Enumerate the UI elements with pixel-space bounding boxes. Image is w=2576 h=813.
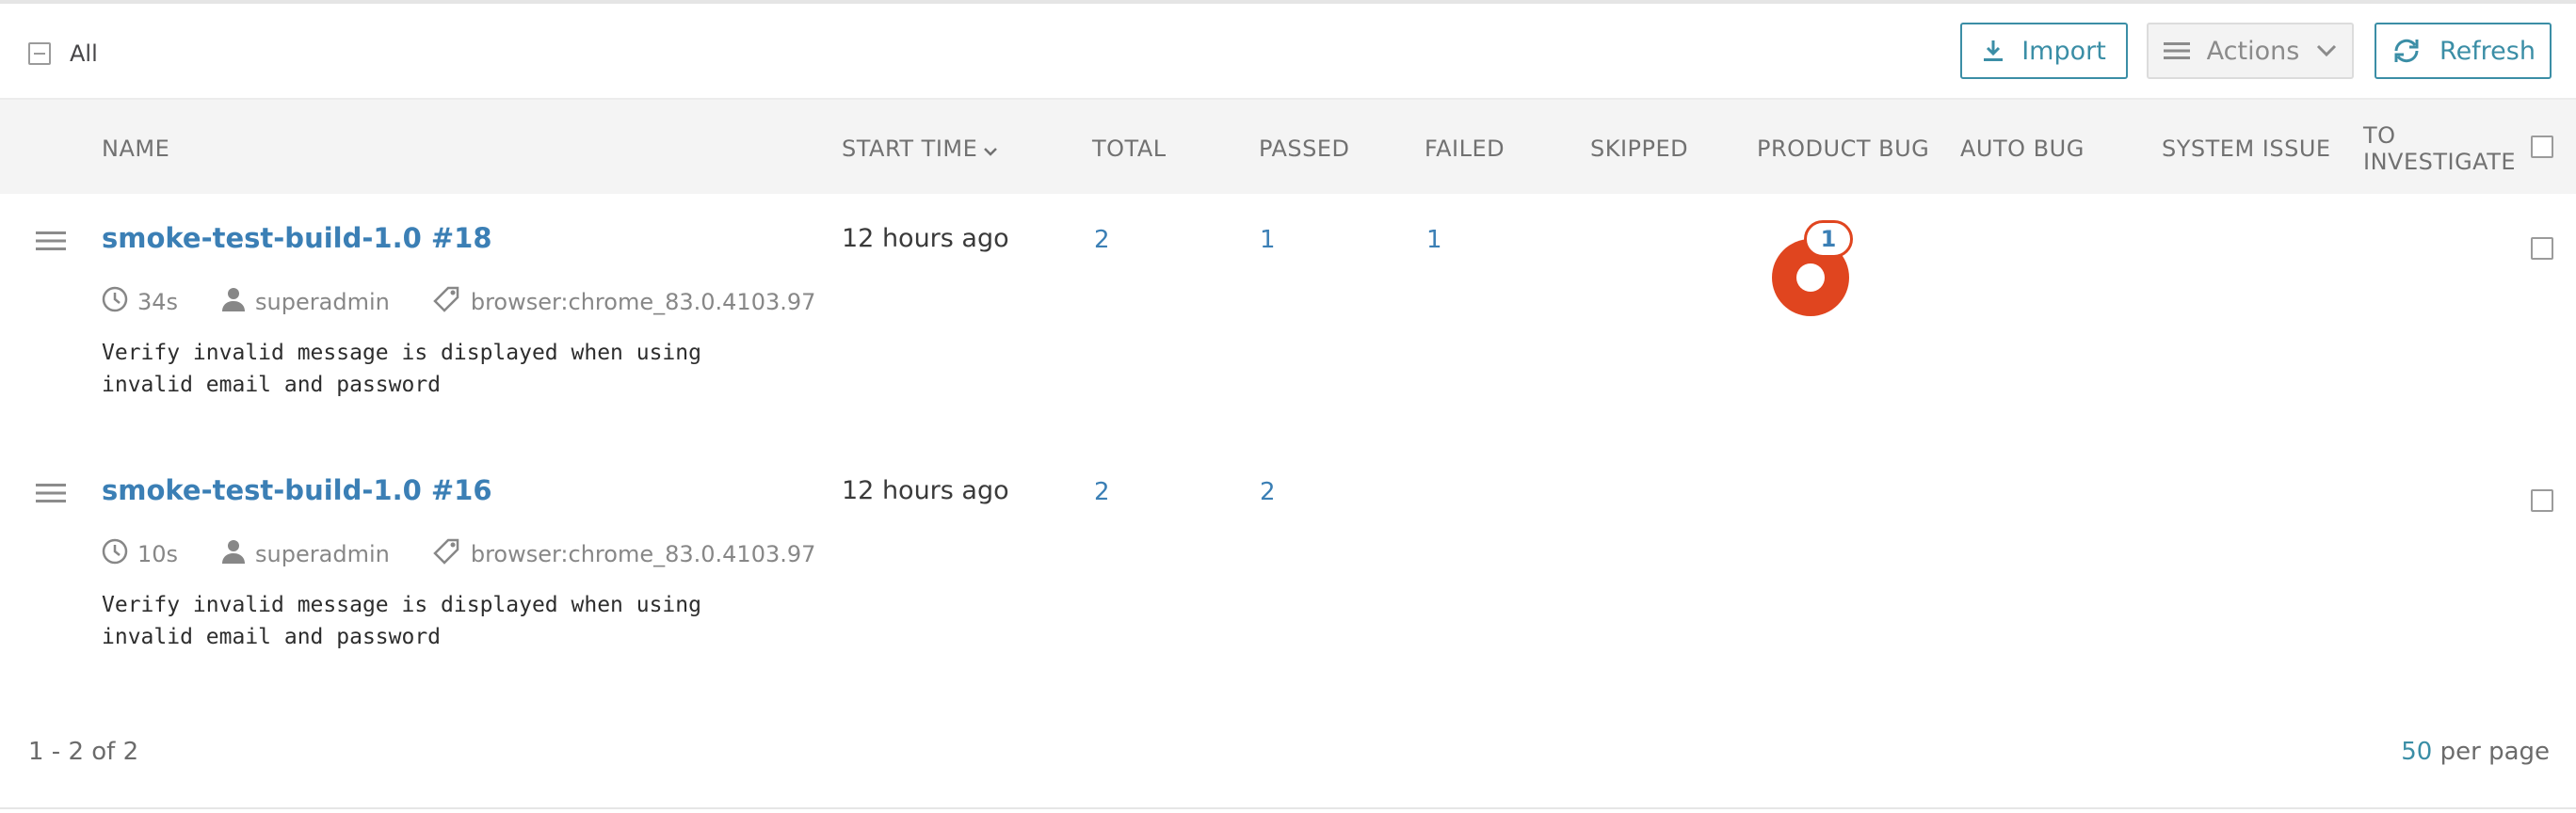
owner[interactable]: superadmin [221,538,390,570]
passed-count-link[interactable]: 1 [1260,226,1276,254]
launch-meta: 34s superadmin browser:chrome_83.0.4103.… [102,286,859,318]
table-row: smoke-test-build-1.0 #18 34s superadmin … [0,194,2576,448]
per-page-count[interactable]: 50 [2401,738,2432,766]
table-header: NAME START TIME TOTAL PASSED FAILED SKIP… [0,98,2576,194]
failed-count-link[interactable]: 1 [1426,226,1442,254]
refresh-icon [2391,38,2423,64]
attribute[interactable]: browser:chrome_83.0.4103.97 [433,538,816,570]
menu-icon [2163,40,2190,61]
tag-icon [433,538,461,570]
tag-icon [433,286,461,318]
column-start-time[interactable]: START TIME [842,136,998,162]
passed-count-link[interactable]: 2 [1260,478,1276,506]
column-auto-bug[interactable]: AUTO BUG [1960,136,2085,162]
total-count-link[interactable]: 2 [1094,478,1110,506]
launch-description: Verify invalid message is displayed when… [102,337,817,401]
drag-handle-icon[interactable] [36,230,66,256]
owner[interactable]: superadmin [221,286,390,318]
owner-name: superadmin [255,289,390,315]
column-to-investigate[interactable]: TO INVESTIGATE [2363,122,2516,175]
clock-icon [102,538,128,570]
attribute-value: browser:chrome_83.0.4103.97 [470,289,816,315]
description-line2: invalid email and password [102,625,442,649]
launch-name-link[interactable]: smoke-test-build-1.0 #16 [102,474,492,506]
duration: 10s [102,538,178,570]
per-page-label: per page [2432,738,2550,766]
sort-down-icon [983,136,998,162]
column-skipped[interactable]: SKIPPED [1590,136,1688,162]
pagination-footer: 1 - 2 of 2 50 per page [0,698,2576,809]
column-passed[interactable]: PASSED [1259,136,1349,162]
user-icon [221,538,246,570]
start-time-value: 12 hours ago [842,224,1009,253]
attribute-value: browser:chrome_83.0.4103.97 [470,541,816,567]
column-start-time-label: START TIME [842,136,978,162]
toolbar: All Import Actions Refresh [0,4,2576,98]
actions-dropdown[interactable]: Actions [2147,23,2354,79]
duration-value: 10s [137,541,179,567]
select-all[interactable]: All [28,40,98,67]
description-line1: Verify invalid message is displayed when… [102,593,701,617]
refresh-label: Refresh [2439,36,2536,66]
row-checkbox[interactable] [2531,489,2553,512]
select-all-label: All [70,40,98,67]
total-count-link[interactable]: 2 [1094,226,1110,254]
select-all-checkbox[interactable] [28,42,51,65]
launch-meta: 10s superadmin browser:chrome_83.0.4103.… [102,538,859,570]
product-bug-count-badge[interactable]: 1 [1804,220,1853,258]
launch-description: Verify invalid message is displayed when… [102,589,817,653]
duration-value: 34s [137,289,179,315]
column-product-bug[interactable]: PRODUCT BUG [1757,136,1929,162]
launch-name-link[interactable]: smoke-test-build-1.0 #18 [102,222,492,254]
description-line1: Verify invalid message is displayed when… [102,341,701,365]
import-label: Import [2021,36,2106,66]
user-icon [221,286,246,318]
download-icon [1982,39,2004,63]
row-checkbox[interactable] [2531,237,2553,260]
column-to-investigate-line2: INVESTIGATE [2363,149,2517,175]
column-failed[interactable]: FAILED [1425,136,1505,162]
per-page-selector[interactable]: 50 per page [2401,738,2550,766]
column-to-investigate-line1: TO [2363,122,2396,149]
column-total[interactable]: TOTAL [1092,136,1167,162]
pagination-range: 1 - 2 of 2 [28,738,139,766]
column-name[interactable]: NAME [102,136,169,162]
refresh-button[interactable]: Refresh [2375,23,2552,79]
duration: 34s [102,286,178,318]
owner-name: superadmin [255,541,390,567]
header-checkbox[interactable] [2531,136,2553,158]
clock-icon [102,286,128,318]
drag-handle-icon[interactable] [36,482,66,508]
attribute[interactable]: browser:chrome_83.0.4103.97 [433,286,816,318]
start-time-value: 12 hours ago [842,476,1009,505]
description-line2: invalid email and password [102,373,442,397]
actions-label: Actions [2206,36,2300,66]
import-button[interactable]: Import [1960,23,2128,79]
table-row: smoke-test-build-1.0 #16 10s superadmin … [0,446,2576,700]
column-system-issue[interactable]: SYSTEM ISSUE [2162,136,2331,162]
chevron-down-icon [2316,44,2337,57]
